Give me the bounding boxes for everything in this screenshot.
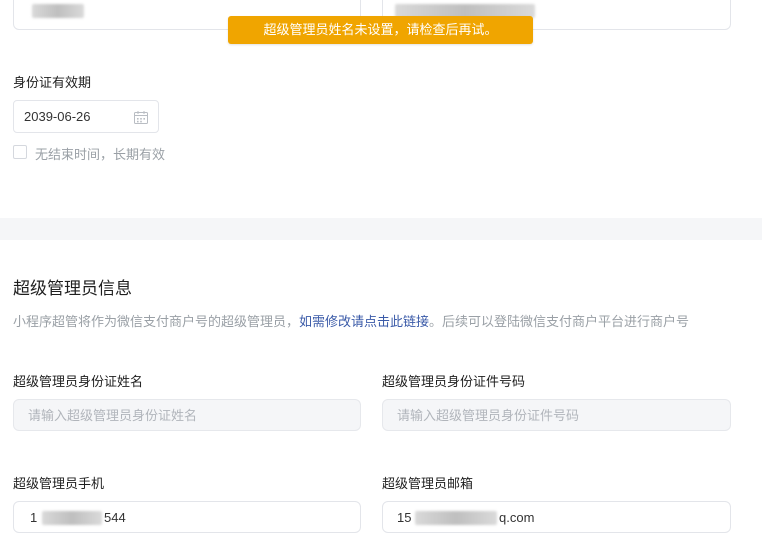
no-end-date-label: 无结束时间，长期有效 xyxy=(35,147,166,162)
desc-text-after: 。后续可以登陆微信支付商户平台进行商户号 xyxy=(429,314,690,329)
calendar-icon xyxy=(134,111,148,124)
email-value-start: 15 xyxy=(397,510,412,525)
admin-phone-field[interactable]: 1 544 xyxy=(13,501,361,533)
modify-admin-link[interactable]: 如需修改请点击此链接 xyxy=(299,314,429,329)
admin-id-number-field[interactable] xyxy=(382,399,731,431)
no-end-date-checkbox[interactable] xyxy=(13,145,27,159)
admin-email-field[interactable]: 15 q.com xyxy=(382,501,731,533)
admin-name-field[interactable] xyxy=(13,399,361,431)
admin-id-number-label: 超级管理员身份证件号码 xyxy=(382,374,526,389)
phone-value-end: 544 xyxy=(104,510,126,525)
phone-value-start: 1 xyxy=(30,510,38,525)
admin-name-label: 超级管理员身份证姓名 xyxy=(13,374,144,389)
redacted-value xyxy=(415,511,497,525)
admin-section-description: 小程序超管将作为微信支付商户号的超级管理员，如需修改请点击此链接。后续可以登陆微… xyxy=(13,311,689,330)
admin-email-label: 超级管理员邮箱 xyxy=(382,476,474,491)
id-validity-label: 身份证有效期 xyxy=(13,75,92,90)
admin-section-title: 超级管理员信息 xyxy=(13,279,132,298)
redacted-value xyxy=(42,511,102,525)
admin-name-input[interactable] xyxy=(14,400,360,430)
section-divider xyxy=(0,218,762,240)
admin-phone-label: 超级管理员手机 xyxy=(13,476,105,491)
redacted-value xyxy=(32,4,84,18)
toast-message: 超级管理员姓名未设置，请检查后再试。 xyxy=(263,22,498,37)
date-value: 2039-06-26 xyxy=(24,109,91,124)
warning-toast: 超级管理员姓名未设置，请检查后再试。 xyxy=(228,16,533,44)
admin-id-number-input[interactable] xyxy=(383,400,730,430)
email-value-end: q.com xyxy=(499,510,535,525)
id-validity-date-picker[interactable]: 2039-06-26 xyxy=(13,100,159,133)
desc-text-before: 小程序超管将作为微信支付商户号的超级管理员， xyxy=(13,314,300,329)
